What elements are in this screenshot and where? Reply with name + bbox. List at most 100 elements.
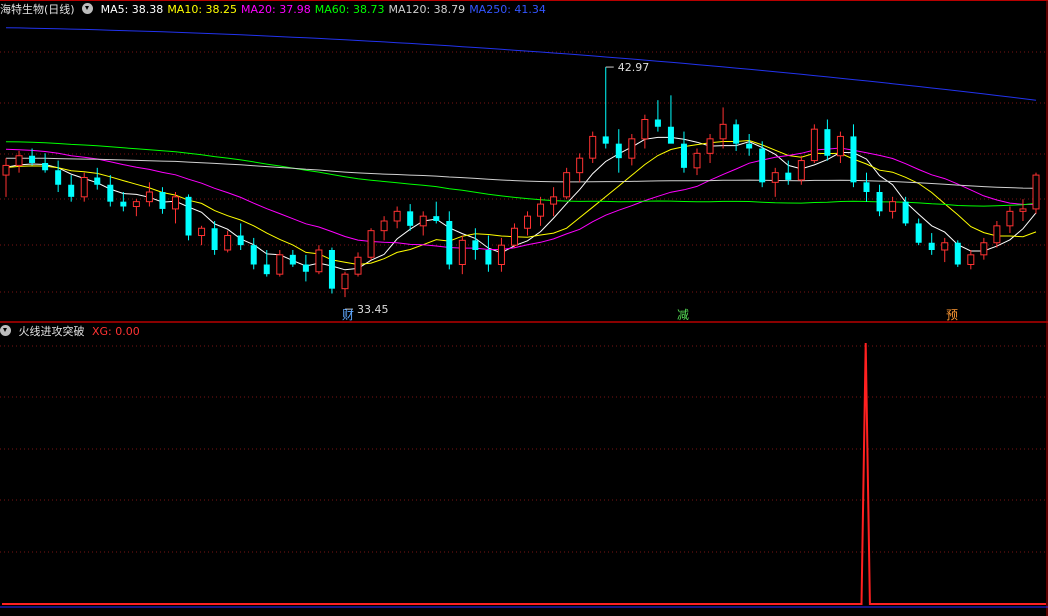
candle-body	[524, 215, 532, 229]
candle	[928, 233, 935, 255]
candle-body	[615, 143, 622, 159]
indicator-panel	[0, 342, 1048, 608]
candle	[250, 237, 257, 270]
candle	[836, 131, 844, 163]
low-price-label: 33.45	[357, 303, 389, 316]
candle	[80, 172, 88, 202]
candle	[446, 211, 453, 270]
candle-body	[563, 172, 571, 198]
candle-body	[433, 216, 440, 221]
candle	[537, 196, 545, 226]
candle-body	[393, 210, 401, 222]
candle-body	[693, 152, 701, 169]
candle-body	[419, 215, 427, 227]
candle	[1019, 199, 1027, 221]
candle	[42, 153, 49, 173]
candle-body	[341, 273, 349, 290]
event-marker: 预	[946, 308, 958, 322]
candle-body	[863, 182, 870, 192]
candlesticks	[2, 67, 1040, 298]
high-price-label: 42.97	[618, 61, 650, 74]
candle-body	[537, 203, 545, 217]
candle	[185, 194, 192, 241]
candle-body	[824, 129, 831, 156]
candle-body	[250, 245, 257, 265]
candle	[602, 67, 609, 149]
candle	[497, 237, 505, 272]
candle	[198, 225, 206, 246]
candle-body	[367, 230, 375, 258]
candle-body	[733, 124, 740, 144]
candle	[380, 216, 388, 241]
candle	[55, 160, 62, 192]
ma250-line	[5, 27, 1037, 101]
candle-body	[289, 254, 296, 265]
candle	[419, 211, 427, 236]
candle	[693, 148, 701, 176]
candle	[68, 175, 75, 202]
candle-body	[785, 172, 792, 180]
candle	[628, 134, 636, 166]
candle	[993, 221, 1001, 248]
candle	[107, 175, 114, 207]
stock-chart[interactable]: 42.97 33.45财 减 预	[0, 0, 1048, 616]
candle	[889, 196, 897, 219]
candle	[94, 167, 101, 190]
candle-body	[810, 128, 818, 162]
candle	[576, 153, 584, 183]
candle	[771, 167, 779, 197]
candle	[915, 218, 922, 246]
candle	[941, 237, 949, 263]
candle-body	[915, 223, 922, 243]
candle	[328, 247, 335, 294]
candle	[967, 250, 975, 270]
candle	[211, 221, 218, 255]
candle-body	[237, 235, 244, 246]
candle	[954, 240, 961, 267]
candle-body	[550, 196, 558, 205]
candle-body	[302, 264, 309, 272]
candle-body	[902, 201, 909, 224]
grid-lines	[0, 0, 1048, 616]
candle-body	[171, 196, 179, 210]
candle-body	[132, 201, 140, 208]
candle	[746, 134, 753, 156]
candle	[341, 271, 349, 298]
candle-body	[576, 157, 584, 174]
candle-body	[980, 242, 988, 256]
candle-body	[185, 196, 192, 236]
candle-body	[928, 242, 935, 250]
candle-body	[159, 192, 166, 209]
candle	[485, 235, 492, 272]
candle-body	[628, 138, 636, 159]
candle-body	[198, 227, 206, 236]
candle-body	[276, 254, 284, 275]
candle	[393, 206, 401, 229]
candle	[171, 192, 179, 224]
candle-body	[602, 136, 609, 144]
xg-line	[2, 342, 1046, 605]
candle-body	[510, 227, 518, 246]
candle	[407, 204, 414, 231]
candle	[367, 228, 375, 260]
candle	[824, 119, 831, 161]
event-marker: 减	[677, 308, 689, 322]
candle	[719, 107, 727, 149]
candle-body	[68, 184, 75, 197]
candle-body	[29, 155, 36, 163]
candle-body	[589, 135, 597, 159]
candle	[563, 167, 571, 200]
candle-body	[1032, 174, 1040, 210]
candle-body	[889, 201, 897, 212]
candle-body	[380, 220, 388, 232]
candle-body	[94, 177, 101, 185]
candle-body	[654, 119, 661, 127]
candle-body	[746, 143, 753, 149]
candle	[863, 172, 870, 202]
candle	[654, 100, 661, 132]
ma120-line	[6, 157, 1037, 189]
candle-body	[667, 126, 674, 144]
candle	[680, 131, 687, 173]
candle-body	[107, 184, 114, 202]
candle-body	[80, 177, 88, 198]
